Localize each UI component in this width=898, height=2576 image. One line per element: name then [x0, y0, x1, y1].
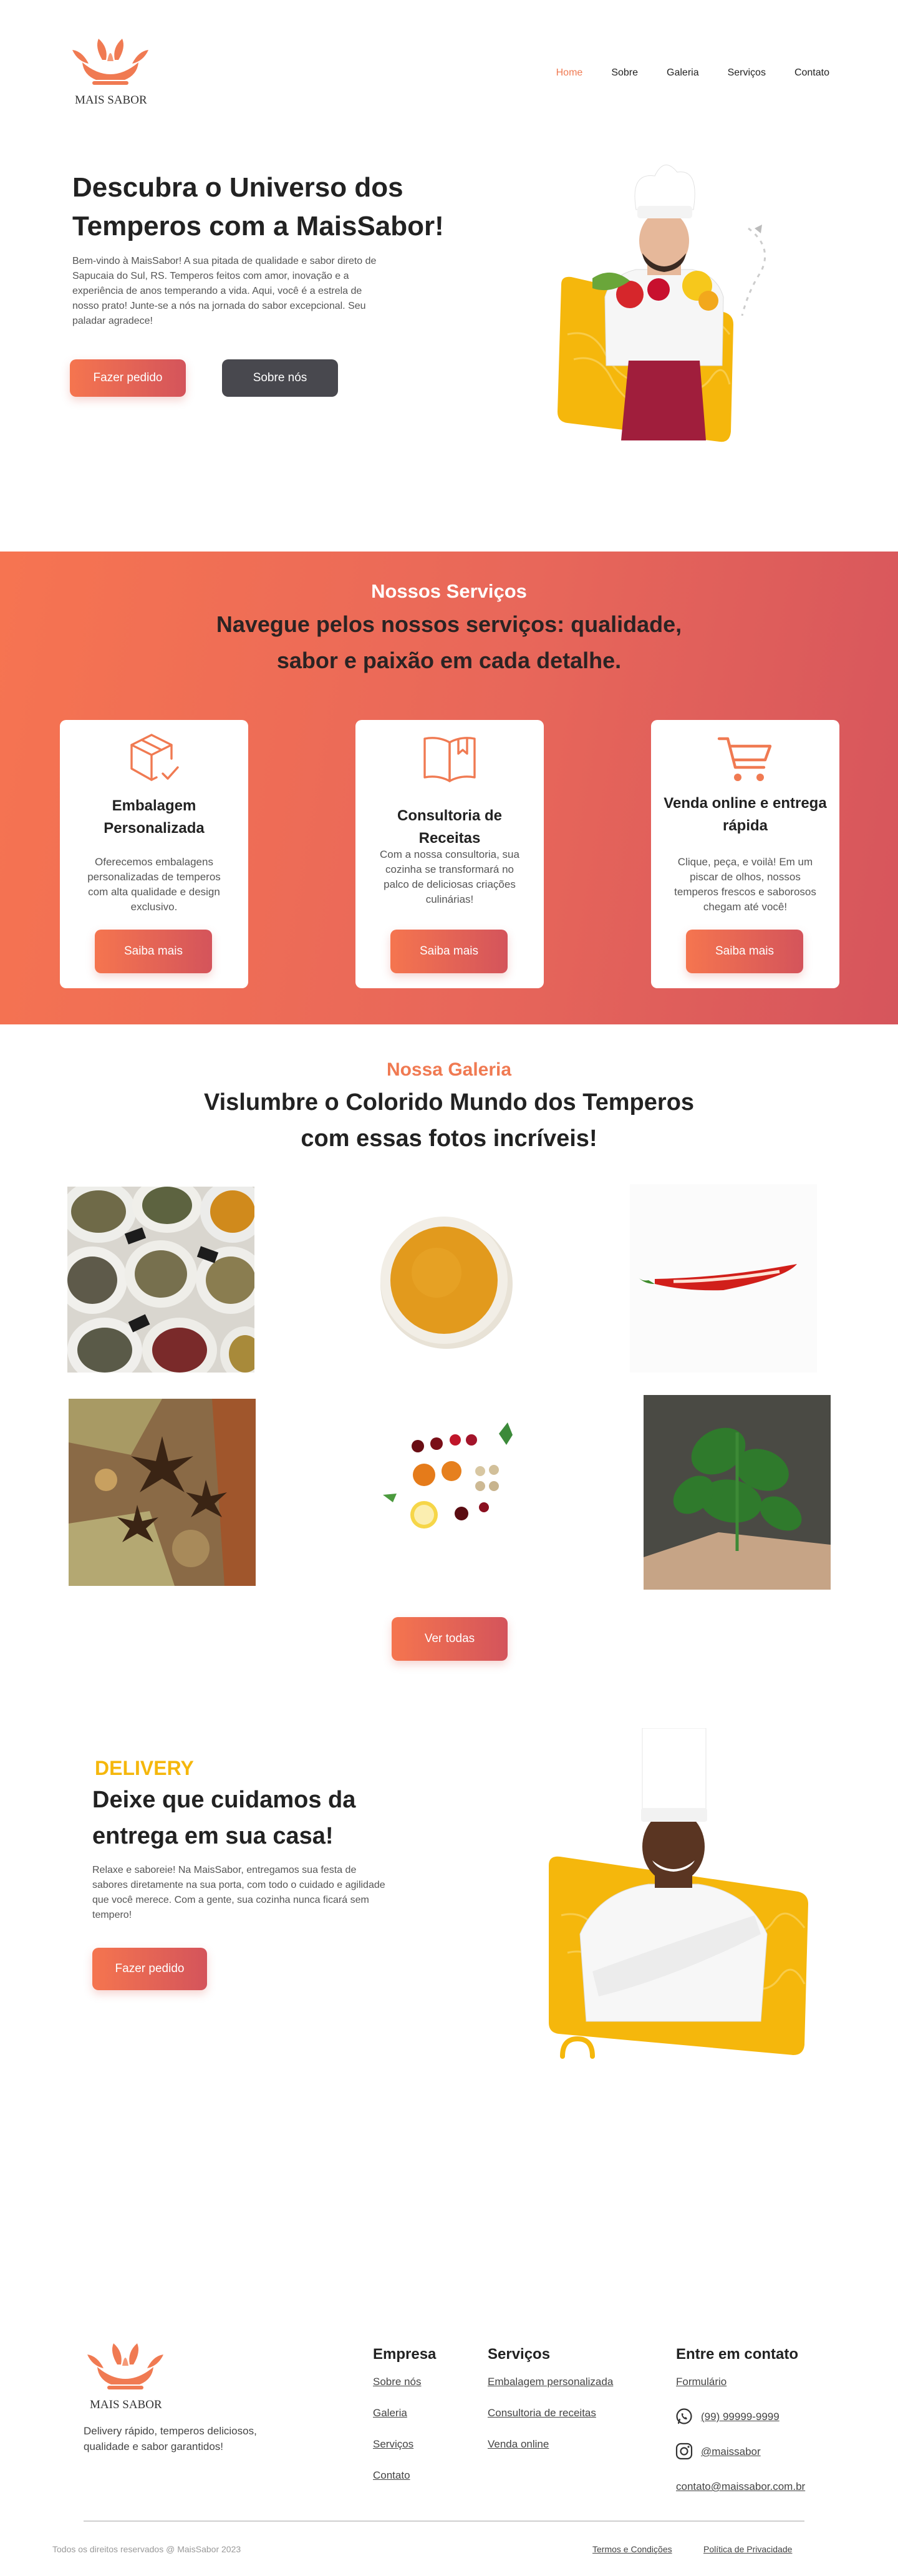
footer-brand-name: MAIS SABOR [90, 2398, 162, 2411]
card-title: Embalagem Personalizada [104, 797, 205, 837]
card-text: Clique, peça, e voilà! Em um piscar de o… [674, 856, 816, 913]
footer-instagram-link[interactable]: @maissabor [701, 2446, 761, 2458]
fruits-flatlay-photo[interactable] [355, 1396, 543, 1583]
spice-bowl-logo-icon [72, 39, 148, 85]
card-title: Venda online e entrega rápida [664, 795, 827, 834]
instagram-icon [675, 2442, 693, 2460]
package-check-icon [130, 734, 179, 781]
delivery-text: Relaxe e saboreie! Na MaisSabor, entrega… [92, 1865, 385, 1920]
nav-sobre[interactable]: Sobre [611, 67, 638, 79]
footer-company-title: Empresa [373, 2346, 437, 2363]
footer-link-about[interactable]: Sobre nós [373, 2376, 422, 2388]
footer-link-contact[interactable]: Contato [373, 2469, 410, 2482]
hero-text: Bem-vindo à MaisSabor! A sua pitada de q… [72, 256, 377, 326]
footer-services-title: Serviços [488, 2346, 551, 2363]
card-text: Oferecemos embalagens personalizadas de … [87, 856, 221, 913]
shopping-cart-icon [717, 737, 772, 781]
main-nav: Home Sobre Galeria Serviços Contato [528, 67, 829, 79]
turmeric-bowl-photo[interactable] [355, 1187, 543, 1373]
brand-name: MAIS SABOR [75, 94, 147, 107]
gallery-title: Vislumbre o Colorido Mundo dos Temperos … [203, 1089, 695, 1152]
red-chili-photo[interactable] [630, 1184, 817, 1373]
footer-divider [84, 2520, 804, 2522]
nav-contato[interactable]: Contato [794, 67, 829, 79]
footer-logo[interactable]: MAIS SABOR [85, 2341, 166, 2416]
hero-title: Descubra o Universo dos Temperos com a M… [72, 172, 444, 241]
card-text: Com a nossa consultoria, sua cozinha se … [380, 848, 519, 905]
chef-illustration [536, 147, 786, 453]
footer-description: Delivery rápido, temperos deliciosos, qu… [84, 2425, 257, 2452]
card-title: Consultoria de Receitas [397, 807, 502, 847]
footer-copyright: Todos os direitos reservados @ MaisSabor… [52, 2544, 241, 2554]
footer-email-link[interactable]: contato@maissabor.com.br [676, 2481, 805, 2493]
learn-more-button[interactable]: Saiba mais [390, 930, 508, 973]
open-book-icon [423, 737, 476, 782]
service-card-delivery: Venda online e entrega rápida Clique, pe… [651, 720, 839, 988]
chef-delivery-illustration [536, 1728, 811, 2065]
brand-logo[interactable]: MAIS SABOR [70, 36, 151, 111]
footer-contact-title: Entre em contato [676, 2346, 799, 2363]
services-title: Navegue pelos nossos serviços: qualidade… [216, 611, 682, 673]
delivery-order-button[interactable]: Fazer pedido [92, 1948, 207, 1990]
nav-home[interactable]: Home [556, 67, 583, 79]
footer-link-packaging[interactable]: Embalagem personalizada [488, 2376, 613, 2388]
view-all-button[interactable]: Ver todas [392, 1617, 508, 1661]
nav-servicos[interactable]: Serviços [728, 67, 766, 79]
footer-terms-link[interactable]: Termos e Condições [592, 2544, 672, 2554]
footer-link-recipes[interactable]: Consultoria de receitas [488, 2407, 596, 2419]
footer-phone-link[interactable]: (99) 99999-9999 [701, 2411, 780, 2423]
gallery-eyebrow: Nossa Galeria [386, 1059, 512, 1080]
footer-contact-form-link[interactable]: Formulário [676, 2376, 727, 2388]
delivery-eyebrow: DELIVERY [95, 1757, 194, 1779]
spice-bowl-logo-icon [87, 2343, 163, 2389]
service-card-recipes: Consultoria de Receitas Com a nossa cons… [355, 720, 544, 988]
service-card-packaging: Embalagem Personalizada Oferecemos embal… [60, 720, 248, 988]
footer-link-online-sales[interactable]: Venda online [488, 2438, 549, 2451]
services-eyebrow: Nossos Serviços [371, 580, 527, 602]
learn-more-button[interactable]: Saiba mais [95, 930, 212, 973]
learn-more-button[interactable]: Saiba mais [686, 930, 803, 973]
decorative-arc-icon [560, 2036, 595, 2059]
delivery-title: Deixe que cuidamos da entrega em sua cas… [92, 1787, 356, 1849]
footer-privacy-link[interactable]: Política de Privacidade [703, 2544, 792, 2554]
nav-galeria[interactable]: Galeria [667, 67, 699, 79]
footer-link-gallery[interactable]: Galeria [373, 2407, 407, 2419]
footer-link-services[interactable]: Serviços [373, 2438, 413, 2451]
basil-leaves-photo[interactable] [644, 1395, 831, 1590]
whatsapp-icon [676, 2408, 692, 2424]
order-button[interactable]: Fazer pedido [70, 359, 186, 397]
spice-sacks-photo[interactable] [67, 1187, 254, 1373]
about-button[interactable]: Sobre nós [222, 359, 338, 397]
star-anise-cinnamon-photo[interactable] [69, 1399, 256, 1586]
